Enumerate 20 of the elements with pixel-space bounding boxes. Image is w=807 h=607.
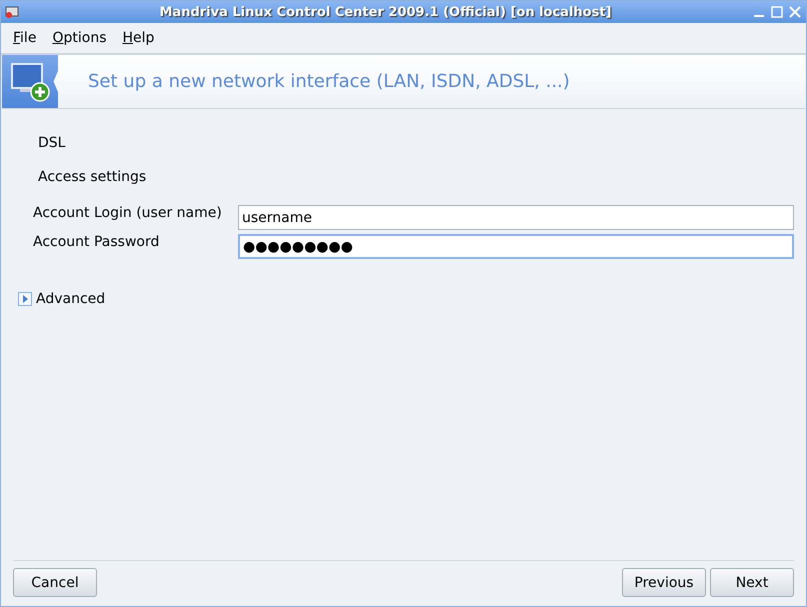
monitor-add-icon bbox=[10, 62, 50, 102]
next-button[interactable]: Next bbox=[710, 568, 794, 597]
window-title: Mandriva Linux Control Center 2009.1 (Official) [on localhost] bbox=[158, 4, 612, 20]
field-label: Account Login (user name) bbox=[33, 205, 223, 221]
section-subtitle: Access settings bbox=[38, 169, 148, 185]
app-icon bbox=[5, 5, 19, 19]
field-label: Account Password bbox=[33, 234, 160, 250]
section-label: DSL bbox=[38, 135, 66, 151]
maximize-icon[interactable] bbox=[770, 5, 784, 19]
menu-item[interactable]: Help bbox=[114, 30, 162, 46]
close-icon[interactable] bbox=[788, 5, 802, 19]
expander-right-icon[interactable] bbox=[18, 292, 32, 306]
banner-title: Set up a new network interface (LAN, ISDN, ADSL, ...) bbox=[88, 71, 570, 92]
menu-item[interactable]: Options bbox=[44, 30, 114, 46]
text-field[interactable]: ●●●●●●●●● bbox=[238, 234, 794, 259]
expander-label[interactable]: Advanced bbox=[36, 291, 106, 307]
menu-item[interactable]: File bbox=[5, 30, 44, 46]
cancel-button[interactable]: Cancel bbox=[13, 568, 97, 597]
text-field[interactable]: username bbox=[238, 205, 794, 230]
previous-button[interactable]: Previous bbox=[622, 568, 706, 597]
